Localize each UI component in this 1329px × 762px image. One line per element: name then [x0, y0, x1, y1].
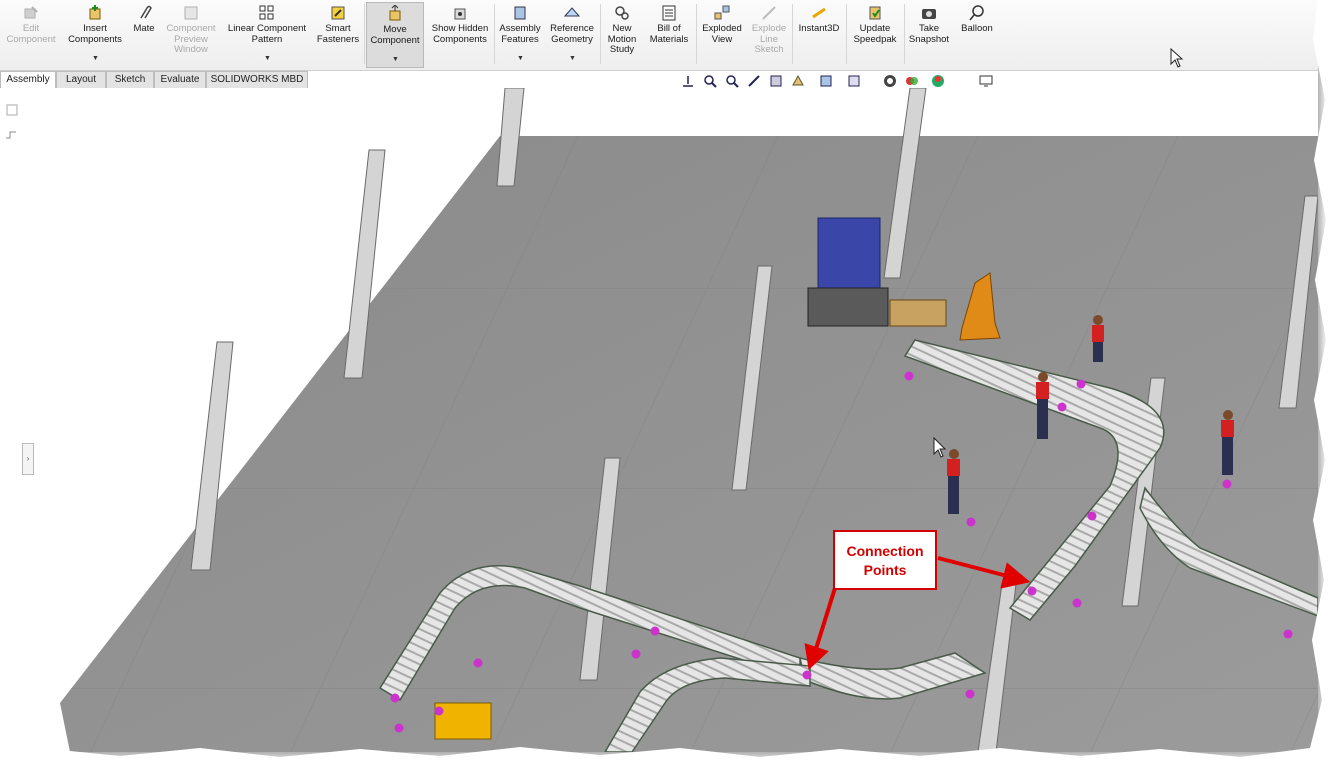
- torn-edge-right: [0, 0, 1329, 762]
- torn-edge-frame: [0, 0, 1329, 762]
